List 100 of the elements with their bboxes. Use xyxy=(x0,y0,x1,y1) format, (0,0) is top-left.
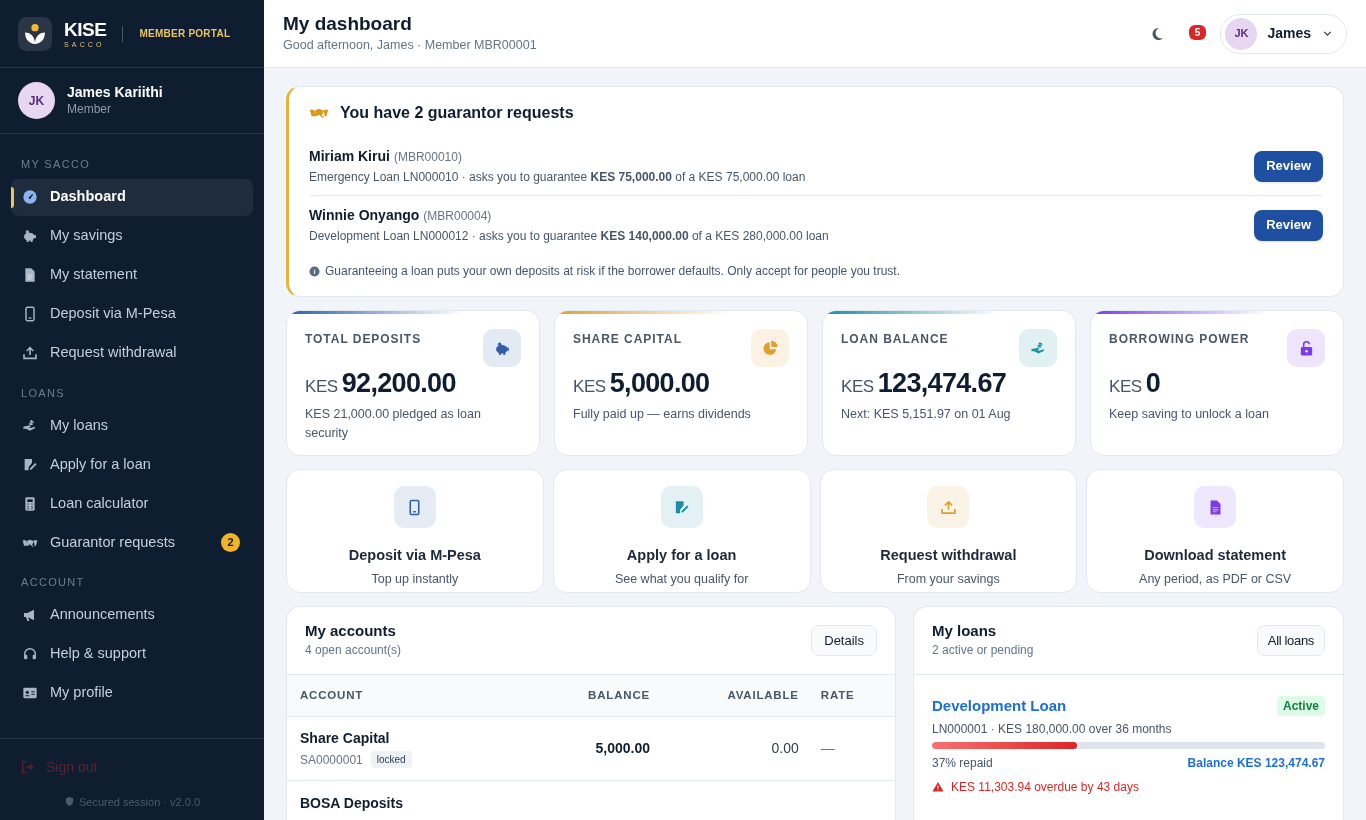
stat-note: KES 21,000.00 pledged as loan security xyxy=(305,405,482,442)
stat-label: LOAN BALANCE xyxy=(841,331,949,348)
stat-note: Next: KES 5,151.97 on 01 Aug xyxy=(841,405,1012,423)
section-heading: LOANS xyxy=(20,385,66,401)
action-subtitle: Any period, as PDF or CSV xyxy=(1139,570,1292,588)
account-number: SA0000001 xyxy=(300,751,363,769)
panel-subtitle: 4 open account(s) xyxy=(305,641,403,659)
warning-note: Guaranteeing a loan puts your own deposits at risk if the borrower defaults. Only accept for people you trust. xyxy=(325,263,900,280)
stat-label: TOTAL DEPOSITS xyxy=(305,331,422,348)
quick-action-card[interactable]: Request withdrawal From your savings xyxy=(819,469,1078,593)
sign-out-icon xyxy=(20,759,36,775)
action-subtitle: From your savings xyxy=(896,570,1000,588)
account-name: Share Capital xyxy=(300,728,391,748)
review-button[interactable]: Review xyxy=(1254,150,1323,182)
column-header: ACCOUNT xyxy=(287,675,527,716)
quick-action-card[interactable]: Download statement Any period, as PDF or CSV xyxy=(1086,469,1344,593)
stat-note: Fully paid up — earns dividends xyxy=(573,405,752,423)
notifications-button[interactable]: 5 xyxy=(1184,18,1211,49)
logo-icon xyxy=(18,16,52,51)
sidebar-item[interactable]: My loans xyxy=(11,407,253,444)
column-header: AVAILABLE xyxy=(659,675,807,716)
stat-note: Keep saving to unlock a loan xyxy=(1109,405,1270,423)
currency-label: KES xyxy=(305,376,338,398)
phone-icon xyxy=(22,306,38,322)
panel-title: My accounts xyxy=(305,622,397,641)
sidebar-item[interactable]: Help & support xyxy=(11,635,253,673)
column-header: BALANCE xyxy=(527,675,660,716)
session-info: Secured session · v2.0.0 xyxy=(78,794,201,810)
details-button[interactable]: Details xyxy=(811,625,877,656)
member-id: (MBR00010) xyxy=(393,150,462,164)
brand-name: KISE xyxy=(64,19,107,39)
calculator-icon xyxy=(22,495,38,512)
repaid-label: 37% repaid xyxy=(932,754,993,772)
requester-name: Miriam Kirui xyxy=(309,148,390,164)
overdue-warning: KES 11,303.94 overdue by 43 days xyxy=(951,778,1139,796)
action-subtitle: Top up instantly xyxy=(371,570,459,588)
loan-name-link[interactable]: Development Loan xyxy=(932,695,1067,718)
requester-name: Winnie Onyango xyxy=(309,207,420,223)
piggy-bank-icon xyxy=(22,228,38,244)
section-heading: MY SACCO xyxy=(20,157,92,172)
user-role: Member xyxy=(67,101,112,117)
upload-icon xyxy=(939,498,957,516)
request-detail: Emergency Loan LN000010 · asks you to guarantee KES 75,000.00 of a KES 75,000.00 loan xyxy=(309,169,807,186)
stat-value: 92,200.00 xyxy=(341,367,456,400)
sidebar-item[interactable]: Announcements xyxy=(11,596,253,634)
notification-count: 5 xyxy=(1188,24,1207,40)
balance-label: Balance KES 123,474.67 xyxy=(1187,754,1325,772)
sidebar-item[interactable]: Apply for a loan xyxy=(11,446,253,483)
count-badge: 2 xyxy=(221,533,240,552)
card-title: You have 2 guarantor requests xyxy=(340,103,574,123)
stat-label: BORROWING POWER xyxy=(1109,331,1250,348)
signature-icon xyxy=(22,456,38,473)
currency-label: KES xyxy=(573,376,606,398)
portal-label: MEMBER PORTAL xyxy=(139,27,231,41)
sidebar-item[interactable]: Request withdrawal xyxy=(11,334,253,372)
gauge-icon xyxy=(22,189,38,205)
action-subtitle: See what you qualify for xyxy=(614,570,749,588)
currency-label: KES xyxy=(1109,376,1142,398)
currency-label: KES xyxy=(841,376,874,398)
signature-icon xyxy=(673,498,691,516)
review-button[interactable]: Review xyxy=(1254,209,1323,241)
sidebar-item[interactable]: My statement xyxy=(11,256,253,294)
action-title: Request withdrawal xyxy=(880,546,1017,565)
quick-action-card[interactable]: Apply for a loan See what you qualify for xyxy=(552,469,811,593)
stat-value: 123,474.67 xyxy=(877,367,1007,400)
member-id: (MBR00004) xyxy=(423,209,492,223)
document-icon xyxy=(22,267,38,283)
user-name: James Kariithi xyxy=(67,84,163,102)
all-loans-button[interactable]: All loans xyxy=(1256,625,1325,656)
upload-icon xyxy=(22,345,38,361)
request-detail: Development Loan LN000012 · asks you to guarantee KES 140,000.00 of a KES 280,000.00 loan xyxy=(309,228,830,245)
action-title: Deposit via M-Pesa xyxy=(348,546,481,565)
id-card-icon xyxy=(22,685,38,701)
balance-cell: 5,000.00 xyxy=(595,740,650,756)
info-icon xyxy=(309,265,320,277)
sidebar-item[interactable]: My savings xyxy=(11,217,253,255)
status-badge: Active xyxy=(1276,696,1325,717)
stat-value: 0 xyxy=(1145,367,1161,400)
sidebar-item[interactable]: Deposit via M-Pesa xyxy=(11,295,253,333)
available-cell: 0.00 xyxy=(771,740,799,756)
page-subtitle: Good afternoon, James · Member MBR00001 xyxy=(283,37,538,54)
rate-cell: — xyxy=(820,740,835,756)
account-name: BOSA Deposits xyxy=(300,793,404,813)
warning-icon xyxy=(932,780,944,793)
headset-icon xyxy=(22,646,38,662)
locked-tag: locked xyxy=(370,751,412,768)
shield-icon xyxy=(63,796,75,808)
sidebar-item[interactable]: Loan calculator xyxy=(11,485,253,522)
sidebar-item[interactable]: My profile xyxy=(11,674,253,712)
sidebar-item[interactable]: Guarantor requests 2 xyxy=(11,524,253,561)
stat-label: SHARE CAPITAL xyxy=(573,331,682,348)
panel-subtitle: 2 active or pending xyxy=(932,641,1035,659)
user-avatar: JK xyxy=(18,82,55,119)
quick-action-card[interactable]: Deposit via M-Pesa Top up instantly xyxy=(286,469,544,593)
stat-value: 5,000.00 xyxy=(609,367,710,400)
loan-detail: LN000001 · KES 180,000.00 over 36 months xyxy=(932,720,1173,738)
action-title: Apply for a loan xyxy=(626,546,737,565)
panel-title: My loans xyxy=(932,622,998,641)
pie-chart-icon xyxy=(761,339,779,357)
sidebar-item[interactable]: Dashboard xyxy=(11,178,253,216)
